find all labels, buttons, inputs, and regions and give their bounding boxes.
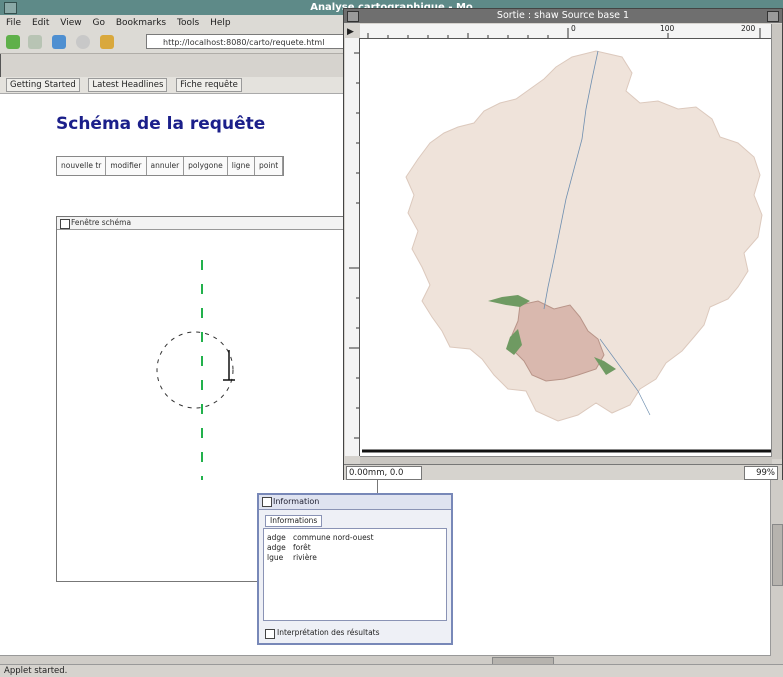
ruler-mark-0: 0 [571,24,576,33]
schema-col-line[interactable]: ligne [228,157,256,175]
menu-go[interactable]: Go [92,18,104,28]
coordinate-readout: 0.00mm, 0.0 [346,466,422,480]
list-item: adge forêt [267,543,443,553]
url-field[interactable]: http://localhost:8080/carto/requete.html [146,34,346,49]
ruler-mark-200: 200 [741,24,756,33]
bookmark-latest-headlines[interactable]: Latest Headlines [88,78,168,92]
row-key: adge [267,533,286,542]
map-drawing [362,50,772,453]
reload-icon[interactable] [52,35,66,49]
dialog-menu-icon[interactable] [262,497,272,507]
horizontal-ruler: 0 100 200 [360,24,772,39]
window-menu-button[interactable] [4,2,17,14]
schema-col-polygon[interactable]: polygone [184,157,228,175]
schema-frame-title: Fenêtre schéma [71,218,132,227]
horizontal-ruler-ticks [367,28,761,38]
zoom-level[interactable]: 99% [744,466,778,480]
map-window-title: Sortie : shaw Source base 1 [496,10,630,21]
ruler-mark-100: 100 [660,24,675,33]
map-vertical-scrollbar[interactable] [771,24,782,459]
menu-bookmarks[interactable]: Bookmarks [116,18,166,28]
map-status-bar: 0.00mm, 0.0 99% [344,464,782,480]
information-dialog-title: Information [273,497,320,506]
information-dialog-footer: Interprétation des résultats [263,626,447,640]
map-window-title-bar[interactable]: Sortie : shaw Source base 1 [344,9,782,23]
schema-frame-checkbox[interactable] [60,219,70,229]
query-circle [156,331,234,409]
schema-col-new[interactable]: nouvelle tr [57,157,107,175]
menu-view[interactable]: View [60,18,81,28]
bookmark-fiche-requete[interactable]: Fiche requête [176,78,242,92]
bookmark-getting-started[interactable]: Getting Started [6,78,80,92]
information-dialog-footer-label: Interprétation des résultats [277,628,380,637]
tab-informations[interactable]: Informations [265,515,323,527]
schema-col-cancel[interactable]: annuler [147,157,185,175]
ruler-origin-icon: ▶ [347,27,354,37]
menu-tools[interactable]: Tools [177,18,199,28]
row-value: commune nord-ouest [293,533,374,542]
menu-help[interactable]: Help [210,18,231,28]
schema-col-point[interactable]: point [255,157,284,175]
menu-file[interactable]: File [6,18,21,28]
browser-status-bar: Applet started. [0,664,783,677]
schema-col-modify[interactable]: modifier [106,157,147,175]
schema-frame-header: Fenêtre schéma [57,217,377,230]
map-window: Sortie : shaw Source base 1 ▶ 0 100 200 [343,8,783,480]
vertical-ruler [345,38,360,456]
interpretation-checkbox[interactable] [265,629,275,639]
list-item: adge commune nord-ouest [267,533,443,543]
stop-icon[interactable] [76,35,90,49]
row-value: forêt [293,543,311,552]
map-window-close-button[interactable] [767,11,779,22]
information-dialog: Information Informations adge commune nor… [257,493,453,645]
map-window-menu-button[interactable] [347,11,359,22]
row-value: rivière [293,553,317,562]
page-title: Schéma de la requête [56,114,266,134]
schema-toolbar: nouvelle tr modifier annuler polygone li… [56,156,285,176]
information-list: adge commune nord-ouest adge forêt lgue riv… [263,528,447,621]
page-vscroll-thumb[interactable] [772,524,783,586]
information-dialog-title-bar[interactable]: Information [259,495,451,510]
map-canvas[interactable] [360,39,773,456]
row-key: lgue [267,553,284,562]
forward-arrow-icon[interactable] [28,35,42,49]
home-icon[interactable] [100,35,114,49]
vertical-ruler-ticks [349,52,359,439]
menu-edit[interactable]: Edit [32,18,49,28]
row-key: adge [267,543,286,552]
back-arrow-icon[interactable] [6,35,20,49]
list-item: lgue rivière [267,553,443,563]
